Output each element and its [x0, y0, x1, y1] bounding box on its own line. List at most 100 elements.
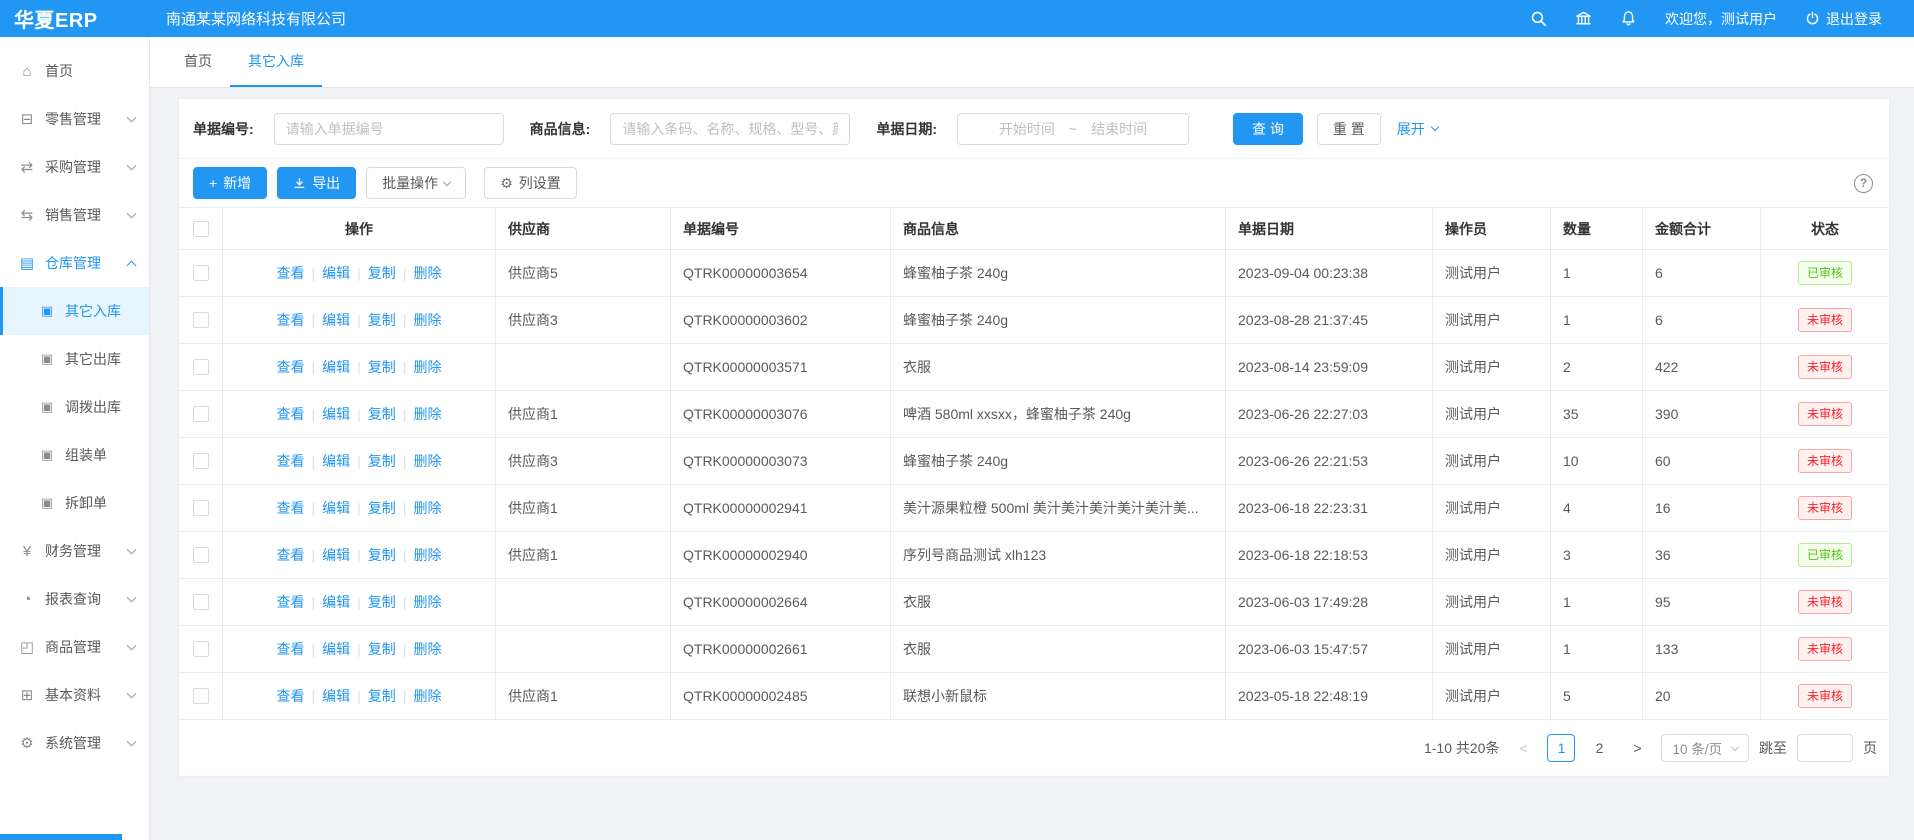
view-link[interactable]: 查看 [277, 310, 305, 330]
delete-link[interactable]: 删除 [413, 639, 441, 659]
add-button[interactable]: + 新增 [193, 167, 267, 199]
edit-link[interactable]: 编辑 [322, 592, 350, 612]
view-link[interactable]: 查看 [277, 592, 305, 612]
view-link[interactable]: 查看 [277, 263, 305, 283]
order-no-label: 单据编号: [193, 119, 254, 139]
copy-link[interactable]: 复制 [368, 357, 396, 377]
action-separator: | [403, 594, 407, 610]
copy-link[interactable]: 复制 [368, 451, 396, 471]
delete-link[interactable]: 删除 [413, 498, 441, 518]
column-settings-button[interactable]: ⚙ 列设置 [484, 167, 577, 199]
bank-icon[interactable] [1575, 10, 1592, 27]
export-button[interactable]: 导出 [277, 167, 356, 199]
copy-link[interactable]: 复制 [368, 686, 396, 706]
date-range-picker[interactable]: 开始时间 ~ 结束时间 [957, 113, 1189, 145]
horizontal-scrollbar-thumb[interactable] [0, 834, 122, 840]
row-checkbox[interactable] [193, 265, 209, 281]
sidebar-item-warehouse[interactable]: ▤仓库管理 [0, 239, 149, 287]
delete-link[interactable]: 删除 [413, 686, 441, 706]
sidebar-item-sales[interactable]: ⇆销售管理 [0, 191, 149, 239]
sidebar-item-basic-data[interactable]: ⊞基本资料 [0, 671, 149, 719]
table-row: 查看|编辑|复制|删除供应商3QTRK00000003602蜂蜜柚子茶 240g… [179, 297, 1889, 344]
copy-link[interactable]: 复制 [368, 263, 396, 283]
row-select-cell [179, 485, 223, 532]
copy-link[interactable]: 复制 [368, 592, 396, 612]
edit-link[interactable]: 编辑 [322, 404, 350, 424]
row-checkbox[interactable] [193, 500, 209, 516]
view-link[interactable]: 查看 [277, 498, 305, 518]
sidebar-item-assembly-order[interactable]: ▣组装单 [0, 431, 149, 479]
sidebar-item-other-outbound[interactable]: ▣其它出库 [0, 335, 149, 383]
edit-link[interactable]: 编辑 [322, 686, 350, 706]
delete-link[interactable]: 删除 [413, 404, 441, 424]
row-checkbox[interactable] [193, 688, 209, 704]
delete-link[interactable]: 删除 [413, 592, 441, 612]
action-separator: | [312, 688, 316, 704]
copy-link[interactable]: 复制 [368, 404, 396, 424]
copy-link[interactable]: 复制 [368, 639, 396, 659]
view-link[interactable]: 查看 [277, 686, 305, 706]
sidebar-item-system[interactable]: ⚙系统管理 [0, 719, 149, 767]
edit-link[interactable]: 编辑 [322, 639, 350, 659]
row-checkbox[interactable] [193, 453, 209, 469]
report-icon: ◔ [18, 591, 36, 608]
row-checkbox[interactable] [193, 594, 209, 610]
sidebar-item-goods[interactable]: ◰商品管理 [0, 623, 149, 671]
sidebar-item-transfer-outbound[interactable]: ▣调拨出库 [0, 383, 149, 431]
tab-home[interactable]: 首页 [166, 37, 230, 87]
select-all-checkbox[interactable] [193, 221, 209, 237]
page-button-2[interactable]: 2 [1585, 734, 1613, 762]
search-button[interactable]: 查 询 [1233, 113, 1303, 145]
row-checkbox[interactable] [193, 406, 209, 422]
edit-link[interactable]: 编辑 [322, 545, 350, 565]
delete-link[interactable]: 删除 [413, 451, 441, 471]
view-link[interactable]: 查看 [277, 451, 305, 471]
jump-to-input[interactable] [1797, 734, 1853, 762]
pagination: 1-10 共20条 < 12 > 10 条/页 跳至 页 [179, 720, 1889, 776]
delete-link[interactable]: 删除 [413, 545, 441, 565]
tab-other-inbound[interactable]: 其它入库 [230, 37, 322, 87]
help-icon[interactable]: ? [1854, 174, 1873, 193]
delete-link[interactable]: 删除 [413, 310, 441, 330]
copy-link[interactable]: 复制 [368, 545, 396, 565]
product-info-input[interactable] [610, 113, 850, 145]
expand-link[interactable]: 展开 [1397, 119, 1438, 139]
row-checkbox[interactable] [193, 641, 209, 657]
edit-link[interactable]: 编辑 [322, 357, 350, 377]
next-page-button[interactable]: > [1623, 734, 1651, 762]
logout-button[interactable]: 退出登录 [1805, 9, 1882, 29]
batch-operations-button[interactable]: 批量操作 [366, 167, 466, 199]
sidebar-item-home[interactable]: ⌂首页 [0, 47, 149, 95]
view-link[interactable]: 查看 [277, 639, 305, 659]
sidebar-item-reports[interactable]: ◔报表查询 [0, 575, 149, 623]
sidebar-item-retail[interactable]: ⊟零售管理 [0, 95, 149, 143]
edit-link[interactable]: 编辑 [322, 310, 350, 330]
prev-page-button[interactable]: < [1509, 734, 1537, 762]
notification-bell-icon[interactable] [1620, 10, 1637, 27]
view-link[interactable]: 查看 [277, 404, 305, 424]
quantity-cell: 3 [1551, 532, 1643, 579]
view-link[interactable]: 查看 [277, 357, 305, 377]
row-checkbox[interactable] [193, 312, 209, 328]
reset-button[interactable]: 重 置 [1317, 113, 1381, 145]
row-checkbox[interactable] [193, 359, 209, 375]
search-icon[interactable] [1530, 10, 1547, 27]
copy-link[interactable]: 复制 [368, 310, 396, 330]
row-checkbox[interactable] [193, 547, 209, 563]
sidebar-item-finance[interactable]: ¥财务管理 [0, 527, 149, 575]
copy-link[interactable]: 复制 [368, 498, 396, 518]
sidebar-item-other-inbound[interactable]: ▣其它入库 [0, 287, 149, 335]
sidebar-item-purchase[interactable]: ⇄采购管理 [0, 143, 149, 191]
page-button-1[interactable]: 1 [1547, 734, 1575, 762]
edit-link[interactable]: 编辑 [322, 451, 350, 471]
page-size-select[interactable]: 10 条/页 [1661, 734, 1749, 762]
delete-link[interactable]: 删除 [413, 263, 441, 283]
view-link[interactable]: 查看 [277, 545, 305, 565]
sidebar-item-disassembly-order[interactable]: ▣拆卸单 [0, 479, 149, 527]
action-separator: | [357, 359, 361, 375]
home-icon: ⌂ [18, 63, 36, 80]
edit-link[interactable]: 编辑 [322, 498, 350, 518]
edit-link[interactable]: 编辑 [322, 263, 350, 283]
delete-link[interactable]: 删除 [413, 357, 441, 377]
order-no-input[interactable] [274, 113, 504, 145]
